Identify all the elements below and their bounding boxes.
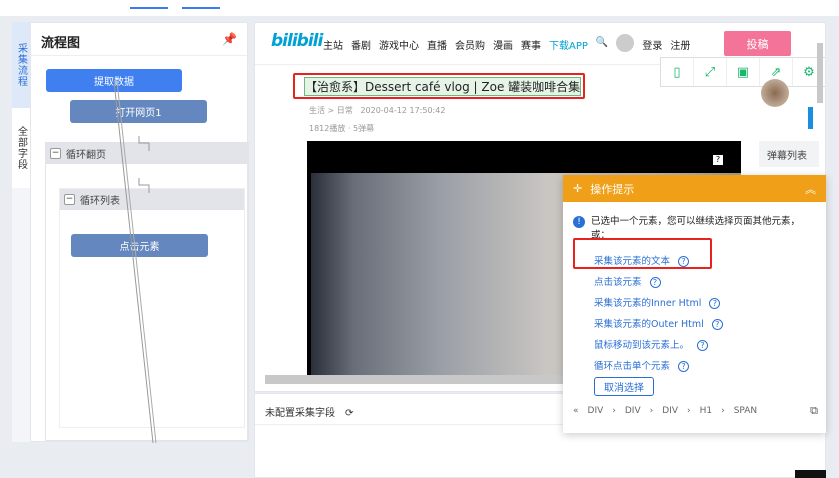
- tab-all-fields[interactable]: 全部字段: [12, 108, 30, 188]
- element-breadcrumb: « DIV › DIV › DIV › H1 › SPAN: [573, 406, 758, 416]
- action-collect-text[interactable]: 采集该元素的文本?: [594, 253, 690, 267]
- nav-item[interactable]: 主站: [323, 37, 343, 52]
- help-icon: ?: [711, 319, 723, 330]
- crumb[interactable]: H1: [700, 406, 713, 416]
- flow-panel: 流程图 📌 提取数据 打开网页1 − 循环翻页 − 循环列表 点击元素: [30, 22, 249, 443]
- video-title[interactable]: 【治愈系】Dessert café vlog | Zoe 罐装咖啡合集: [303, 76, 582, 96]
- crumb[interactable]: DIV: [625, 406, 641, 416]
- danmaku-list[interactable]: 弹幕列表: [759, 141, 819, 167]
- action-click-element[interactable]: 点击该元素?: [594, 274, 661, 288]
- category[interactable]: 生活 > 日常: [309, 106, 353, 115]
- no-fields-text: 未配置采集字段: [265, 408, 335, 419]
- video-meta: 生活 > 日常 2020-04-12 17:50:42: [309, 105, 445, 116]
- nav-item[interactable]: 番剧: [351, 37, 371, 52]
- help-icon: ?: [709, 298, 721, 309]
- time-badge: [795, 470, 826, 478]
- register-link[interactable]: 注册: [670, 37, 690, 52]
- top-tab-indicator[interactable]: [130, 7, 168, 9]
- nav-item[interactable]: 赛事: [521, 37, 541, 52]
- bilibili-logo[interactable]: bilibili: [271, 31, 323, 51]
- help-icon: ?: [678, 361, 690, 372]
- help-icon[interactable]: ?: [713, 155, 723, 165]
- collapse-up-icon[interactable]: ︽: [805, 181, 816, 197]
- move-icon[interactable]: ✛: [573, 182, 582, 195]
- double-chevron-left-icon[interactable]: «: [573, 406, 579, 416]
- avatar[interactable]: [616, 34, 635, 52]
- crumb[interactable]: SPAN: [734, 406, 757, 416]
- nav-item[interactable]: 会员购: [455, 37, 485, 52]
- search-icon[interactable]: 🔍: [596, 37, 608, 52]
- top-bar: [0, 0, 839, 16]
- action-mouse-hover[interactable]: 鼠标移动到该元素上。?: [594, 337, 709, 351]
- nav-item[interactable]: 漫画: [493, 37, 513, 52]
- uploader-avatar[interactable]: [761, 79, 789, 107]
- action-loop-click[interactable]: 循环点击单个元素?: [594, 358, 690, 372]
- refresh-icon[interactable]: ⟳: [345, 408, 353, 419]
- crumb[interactable]: DIV: [588, 406, 604, 416]
- side-tabs: 采集流程 全部字段: [12, 22, 30, 442]
- video-stats: 1812播放 · 5弹幕: [309, 124, 375, 133]
- side-button[interactable]: [808, 107, 813, 129]
- crumb[interactable]: DIV: [662, 406, 678, 416]
- tab-workflow[interactable]: 采集流程: [12, 22, 30, 108]
- info-icon: !: [573, 216, 585, 228]
- drag-line: [113, 80, 157, 443]
- save-icon[interactable]: ▣: [727, 58, 760, 86]
- cancel-selection-button[interactable]: 取消选择: [594, 377, 654, 396]
- action-collect-inner-html[interactable]: 采集该元素的Inner Html?: [594, 295, 721, 309]
- nav-item[interactable]: 游戏中心: [379, 37, 419, 52]
- help-icon: ?: [697, 340, 709, 351]
- upload-button[interactable]: 投稿: [724, 31, 791, 56]
- expand-icon[interactable]: ⤢: [694, 58, 727, 86]
- toolbar: ▯ ⤢ ▣ ⇗ ⚙: [660, 57, 825, 87]
- help-icon: ?: [678, 256, 690, 267]
- mobile-icon[interactable]: ▯: [661, 58, 694, 86]
- top-tab-indicator[interactable]: [182, 7, 220, 9]
- date: 2020-04-12 17:50:42: [360, 106, 446, 115]
- tips-popup: ✛ 操作提示 ︽ ! 已选中一个元素，您可以继续选择页面其他元素，或： 采集该元素的…: [563, 175, 826, 433]
- external-link-icon[interactable]: ⧉: [810, 404, 818, 418]
- popup-title: 操作提示: [590, 182, 635, 196]
- action-collect-outer-html[interactable]: 采集该元素的Outer Html?: [594, 316, 723, 330]
- vertical-scrollbar[interactable]: [817, 43, 823, 103]
- video-title-highlight[interactable]: 【治愈系】Dessert café vlog | Zoe 罐装咖啡合集: [293, 73, 585, 99]
- login-link[interactable]: 登录: [642, 37, 662, 52]
- nav-item-download-app[interactable]: 下载APP: [549, 37, 588, 52]
- help-icon: ?: [649, 277, 661, 288]
- nav-item[interactable]: 直播: [427, 37, 447, 52]
